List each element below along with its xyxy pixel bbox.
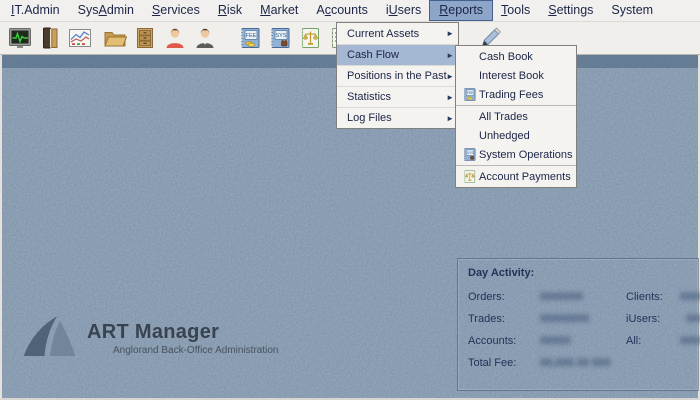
submenu-arrow-icon: ► [446, 51, 454, 60]
reports-menu-item-cash-flow[interactable]: Cash Flow ► [337, 44, 458, 65]
account-payments-icon [459, 169, 479, 184]
client-user-icon[interactable] [163, 26, 187, 50]
fee-book-icon[interactable] [238, 26, 262, 50]
menubar-item-itadmin[interactable]: IT.Admin [2, 1, 69, 20]
menubar-item-system[interactable]: System [602, 1, 662, 20]
cashflow-item-cash-book[interactable]: Cash Book [456, 47, 576, 66]
orders-label: Orders: [468, 291, 540, 303]
app-subtitle: Anglorand Back-Office Administration [113, 345, 278, 356]
activity-monitor-icon[interactable] [8, 26, 32, 50]
accounts-label: Accounts: [468, 335, 540, 347]
trading-fees-icon [459, 87, 479, 102]
cashflow-item-unhedged[interactable]: Unhedged [456, 126, 576, 145]
menubar-item-tools[interactable]: Tools [492, 1, 539, 20]
reports-menu-item-current-assets[interactable]: Current Assets ► [337, 23, 458, 44]
ledger-book-icon[interactable] [38, 26, 62, 50]
cashflow-submenu: Cash Book Interest Book Trading Fees All… [455, 45, 577, 188]
menu-separator [456, 165, 576, 166]
folder-icon[interactable] [103, 26, 127, 50]
submenu-arrow-icon: ► [446, 29, 454, 38]
balance-book-icon[interactable] [298, 26, 322, 50]
day-activity-title: Day Activity: [468, 267, 698, 279]
menubar-item-iusers[interactable]: iUsers [377, 1, 430, 20]
reports-menu-item-positions-in-the-past[interactable]: Positions in the Past ► [337, 65, 458, 86]
reports-menu-item-statistics[interactable]: Statistics ► [337, 86, 458, 107]
menubar-item-reports[interactable]: Reports [430, 1, 492, 20]
menubar-item-risk[interactable]: Risk [209, 1, 251, 20]
total-fee-value: 88,888.88 888 [540, 357, 626, 369]
orders-value: 8888888 [540, 291, 626, 303]
file-cabinet-icon[interactable] [133, 26, 157, 50]
accounts-value: 88888 [540, 335, 626, 347]
menubar-item-sysadmin[interactable]: SysAdmin [69, 1, 143, 20]
reports-dropdown: Current Assets ► Cash Flow ► Positions i… [336, 22, 459, 129]
clients-value: 8888 [680, 291, 700, 303]
total-fee-label: Total Fee: [468, 357, 540, 369]
day-activity-panel: Day Activity: Orders: 8888888 Clients: 8… [457, 258, 699, 391]
cashflow-item-trading-fees[interactable]: Trading Fees [456, 85, 576, 104]
menubar-item-settings[interactable]: Settings [539, 1, 602, 20]
reports-menu-item-log-files[interactable]: Log Files ► [337, 107, 458, 128]
menubar: IT.Admin SysAdmin Services Risk Market A… [0, 0, 700, 22]
submenu-arrow-icon: ► [446, 72, 454, 81]
app-branding: ART Manager Anglorand Back-Office Admini… [20, 313, 278, 361]
all-value: 8888 [680, 335, 700, 347]
cashflow-item-all-trades[interactable]: All Trades [456, 107, 576, 126]
menubar-item-accounts[interactable]: Accounts [307, 1, 376, 20]
menubar-item-services[interactable]: Services [143, 1, 209, 20]
menu-separator [456, 105, 576, 106]
iusers-value: 888 [680, 313, 700, 325]
clients-label: Clients: [626, 291, 680, 303]
trades-value: 88888888 [540, 313, 626, 325]
cashflow-item-interest-book[interactable]: Interest Book [456, 66, 576, 85]
menubar-item-market[interactable]: Market [251, 1, 307, 20]
system-operations-icon [459, 147, 479, 162]
cashflow-item-system-operations[interactable]: System Operations [456, 145, 576, 164]
art-logo-swoosh [20, 313, 78, 361]
trades-label: Trades: [468, 313, 540, 325]
admin-user-icon[interactable] [193, 26, 217, 50]
app-window: FEE SYS [0, 0, 700, 400]
iusers-label: iUsers: [626, 313, 680, 325]
submenu-arrow-icon: ► [446, 93, 454, 102]
cashflow-item-account-payments[interactable]: Account Payments [456, 167, 576, 186]
market-chart-icon[interactable] [68, 26, 92, 50]
app-title: ART Manager [87, 321, 278, 344]
system-book-icon[interactable] [268, 26, 292, 50]
all-label: All: [626, 335, 680, 347]
submenu-arrow-icon: ► [446, 114, 454, 123]
